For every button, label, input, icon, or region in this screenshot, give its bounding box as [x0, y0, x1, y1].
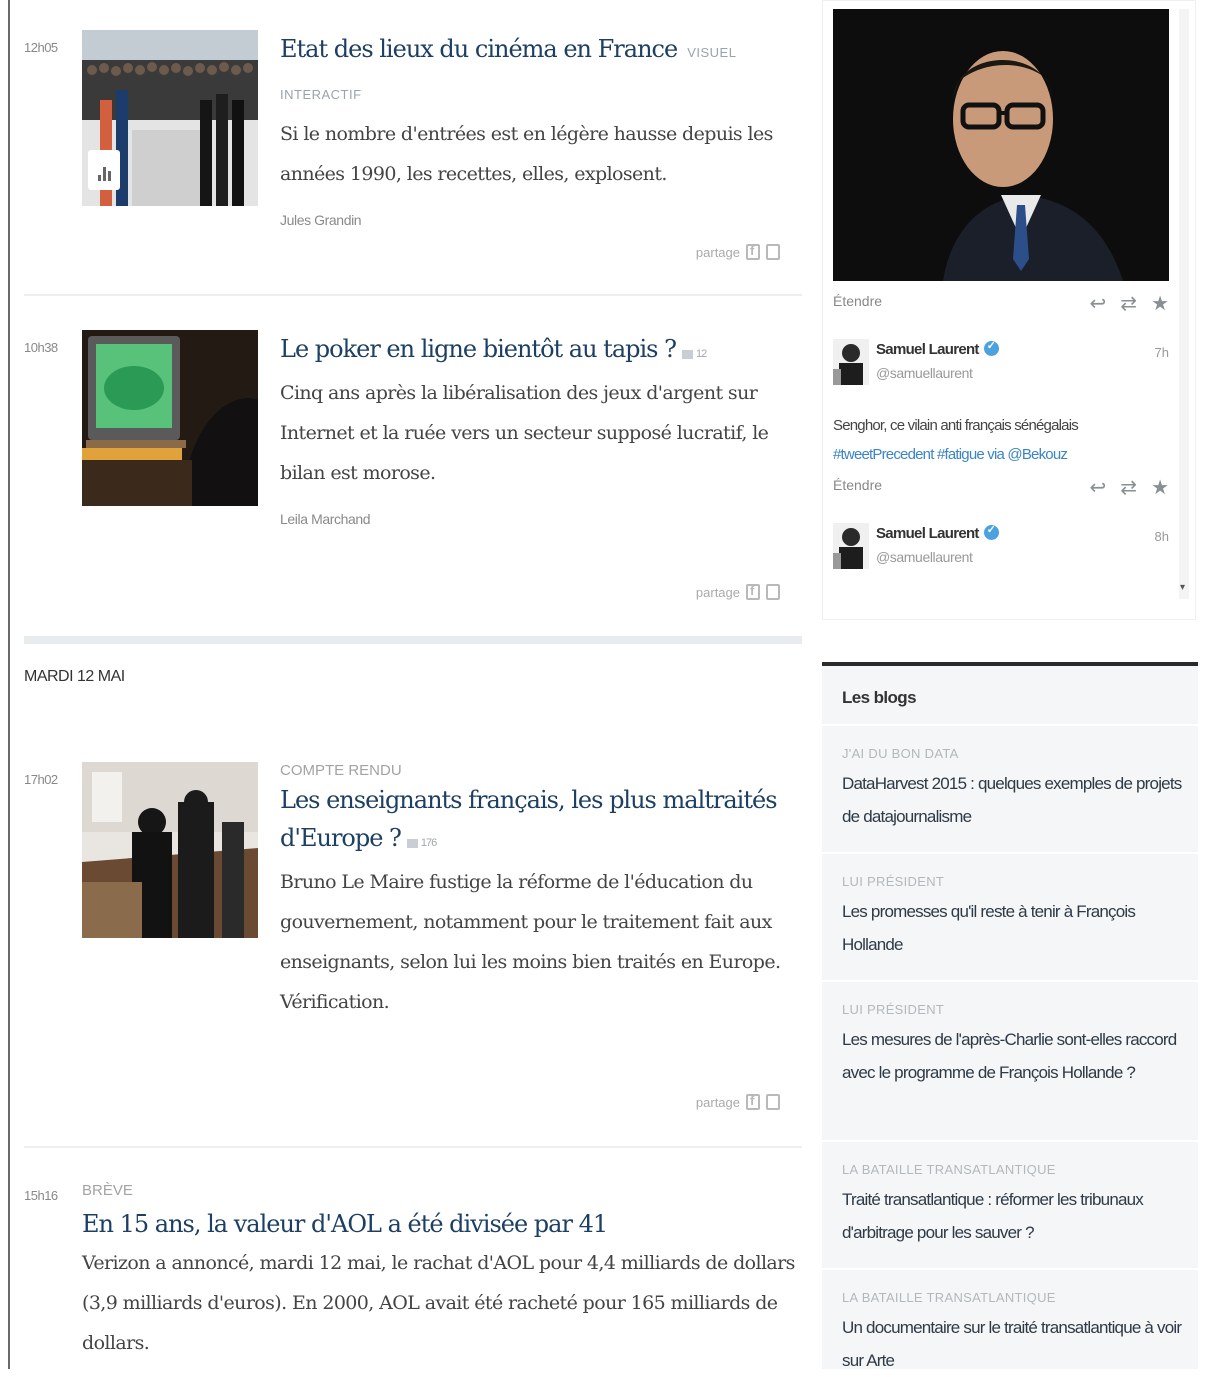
twitter-widget: Étendre ↩ ⇄ ★ Samuel Laurent @samuellaur…	[822, 0, 1196, 620]
expand-link[interactable]: Étendre	[833, 477, 882, 493]
blog-title[interactable]: DataHarvest 2015 : quelques exemples de …	[842, 767, 1182, 833]
tweet-handle[interactable]: @samuellaurent	[876, 549, 973, 565]
blog-category[interactable]: J'AI DU BON DATA	[842, 746, 1182, 761]
reply-icon[interactable]: ↩	[1090, 475, 1107, 500]
divider	[24, 1146, 802, 1148]
article-time: 17h02	[24, 772, 58, 787]
twitter-share-icon[interactable]	[766, 584, 780, 600]
avatar[interactable]	[833, 523, 869, 569]
comment-count-value: 12	[696, 348, 707, 360]
article-title[interactable]: Le poker en ligne bientôt au tapis ?	[280, 335, 677, 363]
avatar[interactable]	[833, 339, 869, 385]
comment-count[interactable]: 12	[682, 348, 707, 360]
article-description: Bruno Le Maire fustige la réforme de l'é…	[280, 871, 781, 1013]
article-title[interactable]: En 15 ans, la valeur d'AOL a été divisée…	[82, 1205, 802, 1243]
blogs-heading: Les blogs	[842, 688, 917, 707]
tweet-author-name-text: Samuel Laurent	[876, 525, 979, 542]
comment-count-value: 176	[420, 837, 437, 849]
article-title-line1[interactable]: Les enseignants français, les plus maltr…	[280, 786, 778, 814]
article-thumbnail[interactable]	[82, 762, 258, 938]
tweet-text-body: Senghor, ce vilain anti français sénégal…	[833, 417, 1079, 434]
article-time: 10h38	[24, 340, 58, 355]
article-description: Verizon a annoncé, mardi 12 mai, le rach…	[82, 1252, 795, 1354]
article-time: 15h16	[24, 1188, 58, 1203]
blogs-panel: Les blogs J'AI DU BON DATA DataHarvest 2…	[822, 662, 1198, 1370]
blog-category[interactable]: LUI PRÉSIDENT	[842, 1002, 1182, 1017]
article-thumbnail[interactable]	[82, 30, 258, 206]
tweet-actions: Étendre ↩ ⇄ ★	[833, 291, 1169, 315]
divider	[822, 1140, 1198, 1142]
share-label: partage	[695, 1094, 740, 1110]
divider	[822, 852, 1198, 854]
tweet-hashtags-links[interactable]: #tweetPrecedent #fatigue via @Bekouz	[833, 440, 1163, 469]
share-label: partage	[695, 244, 740, 260]
tweet-author-name[interactable]: Samuel Laurent	[876, 523, 999, 542]
article-title-link[interactable]: Etat des lieux du cinéma en France VISUEL…	[280, 30, 790, 114]
day-label: MARDI 12 MAI	[24, 668, 125, 685]
blog-category[interactable]: LA BATAILLE TRANSATLANTIQUE	[842, 1290, 1182, 1305]
article-kicker: COMPTE RENDU	[280, 762, 402, 779]
blog-title[interactable]: Un documentaire sur le traité transatlan…	[842, 1311, 1182, 1377]
favorite-icon[interactable]: ★	[1151, 291, 1169, 316]
blog-title[interactable]: Les promesses qu'il reste à tenir à Fran…	[842, 895, 1182, 961]
article-time: 12h05	[24, 40, 58, 55]
retweet-icon[interactable]: ⇄	[1120, 291, 1137, 316]
tweet-actions: Étendre ↩ ⇄ ★	[833, 475, 1169, 499]
blog-item[interactable]: LA BATAILLE TRANSATLANTIQUE Un documenta…	[842, 1290, 1182, 1377]
article-description: Si le nombre d'entrées est en légère hau…	[280, 123, 773, 185]
blog-title[interactable]: Traité transatlantique : réformer les tr…	[842, 1183, 1182, 1249]
blog-item[interactable]: LA BATAILLE TRANSATLANTIQUE Traité trans…	[842, 1162, 1182, 1249]
chart-icon	[88, 150, 120, 190]
divider	[822, 1268, 1198, 1270]
article-thumbnail[interactable]	[82, 330, 258, 506]
tweet-author-name[interactable]: Samuel Laurent	[876, 339, 999, 358]
left-border	[8, 0, 10, 1369]
blog-item[interactable]: LUI PRÉSIDENT Les promesses qu'il reste …	[842, 874, 1182, 961]
share-label: partage	[695, 584, 740, 600]
divider	[822, 724, 1198, 726]
reply-icon[interactable]: ↩	[1090, 291, 1107, 316]
verified-icon	[983, 523, 999, 540]
comment-count[interactable]: 176	[406, 837, 437, 849]
tweet-photo[interactable]	[833, 9, 1169, 281]
divider	[822, 980, 1198, 982]
comment-icon	[682, 349, 693, 359]
blog-category[interactable]: LA BATAILLE TRANSATLANTIQUE	[842, 1162, 1182, 1177]
article-description: Cinq ans après la libéralisation des jeu…	[280, 382, 769, 484]
retweet-icon[interactable]: ⇄	[1120, 475, 1137, 500]
article-kicker: BRÈVE	[82, 1182, 133, 1199]
day-divider	[24, 636, 802, 644]
tweet-author-name-text: Samuel Laurent	[876, 341, 979, 358]
facebook-share-icon[interactable]	[746, 1093, 760, 1110]
facebook-share-icon[interactable]	[746, 583, 760, 600]
tweet-time[interactable]: 8h	[1155, 529, 1169, 544]
divider	[24, 294, 802, 296]
blog-item[interactable]: J'AI DU BON DATA DataHarvest 2015 : quel…	[842, 746, 1182, 833]
facebook-share-icon[interactable]	[746, 243, 760, 260]
article-title-link[interactable]: Les enseignants français, les plus maltr…	[280, 781, 790, 862]
tweet-text: Senghor, ce vilain anti français sénégal…	[833, 411, 1163, 469]
share-bar: partage	[695, 243, 780, 260]
share-bar: partage	[695, 1093, 780, 1110]
article-author[interactable]: Jules Grandin	[280, 212, 790, 228]
article-author[interactable]: Leila Marchand	[280, 511, 790, 527]
verified-icon	[983, 339, 999, 356]
favorite-icon[interactable]: ★	[1151, 475, 1169, 500]
blog-category[interactable]: LUI PRÉSIDENT	[842, 874, 1182, 889]
widget-scrollbar[interactable]	[1179, 9, 1189, 599]
article-title[interactable]: Etat des lieux du cinéma en France	[280, 35, 678, 63]
blog-item[interactable]: LUI PRÉSIDENT Les mesures de l'après-Cha…	[842, 1002, 1182, 1089]
twitter-share-icon[interactable]	[766, 1094, 780, 1110]
tweet-handle[interactable]: @samuellaurent	[876, 365, 973, 381]
comment-icon	[406, 838, 418, 848]
share-bar: partage	[695, 583, 780, 600]
article-title-line2[interactable]: d'Europe ?	[280, 824, 402, 852]
twitter-share-icon[interactable]	[766, 244, 780, 260]
expand-link[interactable]: Étendre	[833, 293, 882, 309]
blog-title[interactable]: Les mesures de l'après-Charlie sont-elle…	[842, 1023, 1182, 1089]
article-title-link[interactable]: Le poker en ligne bientôt au tapis ? 12	[280, 330, 790, 373]
tweet-time[interactable]: 7h	[1155, 345, 1169, 360]
